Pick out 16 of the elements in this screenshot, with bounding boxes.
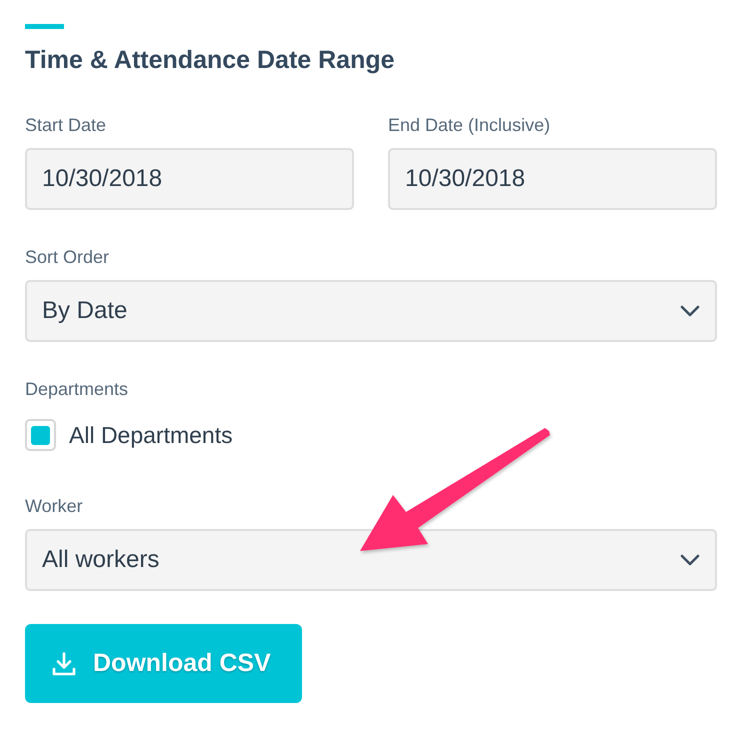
download-icon xyxy=(52,652,76,676)
chevron-down-icon xyxy=(680,554,700,566)
select-dropdown[interactable]: By Date xyxy=(25,280,717,342)
select-dropdown[interactable]: All workers xyxy=(25,529,717,591)
accent-bar xyxy=(25,24,64,29)
date-field[interactable]: 10/30/2018 xyxy=(25,148,354,210)
field-label: Departments xyxy=(25,378,128,400)
field-label: End Date (Inclusive) xyxy=(388,114,550,136)
checkbox[interactable] xyxy=(25,419,56,451)
field-label: Sort Order xyxy=(25,246,110,268)
date-field[interactable]: 10/30/2018 xyxy=(388,148,717,210)
field-label: Start Date xyxy=(25,114,106,136)
chevron-down-icon xyxy=(680,305,700,317)
field-label: Worker xyxy=(25,495,83,517)
checkbox-label[interactable]: All Departments xyxy=(69,422,233,448)
section-title: Time & Attendance Date Range xyxy=(25,45,395,76)
